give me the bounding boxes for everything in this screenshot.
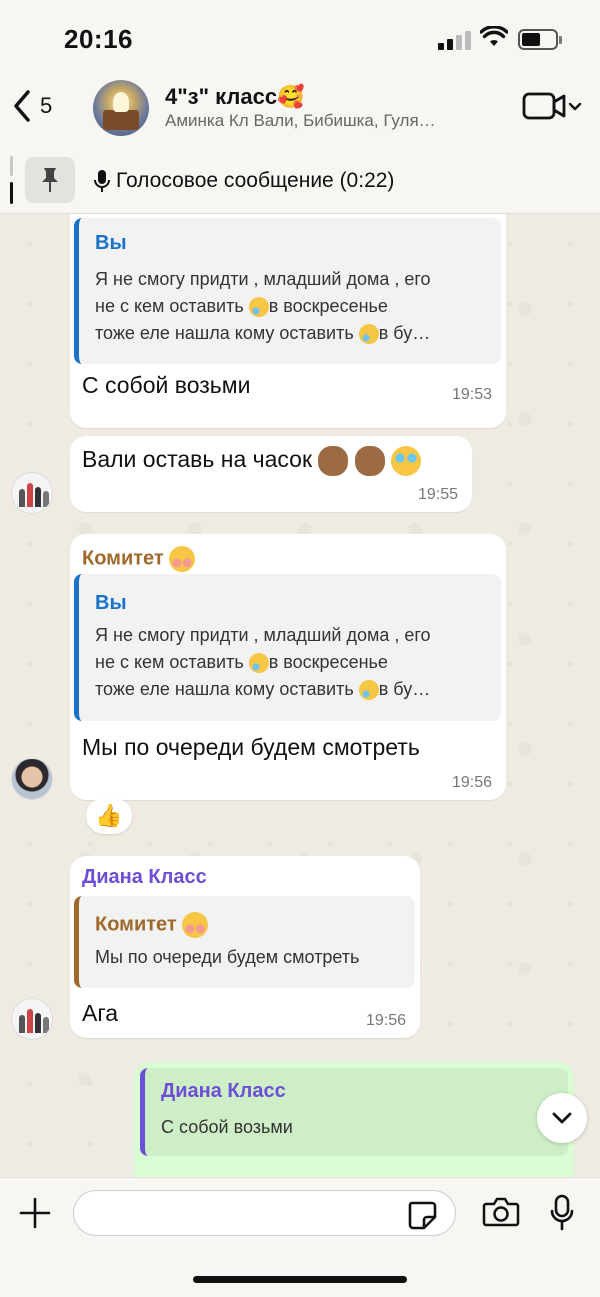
message-bubble[interactable]: Диана Класс Комитет Мы по очереди будем … bbox=[70, 856, 420, 1038]
voice-record-button[interactable] bbox=[549, 1194, 575, 1237]
camera-icon bbox=[482, 1197, 520, 1227]
microphone-icon bbox=[94, 170, 110, 192]
quote-sender: Диана Класс bbox=[161, 1080, 286, 1102]
chevron-down-icon bbox=[552, 1112, 572, 1124]
avatar[interactable] bbox=[11, 998, 53, 1040]
message-time: 19:53 bbox=[451, 386, 492, 403]
quote-text: Я не смогу придти , младший дома , его не… bbox=[95, 625, 431, 701]
pinned-message-bar[interactable]: Голосовое сообщение (0:22) bbox=[0, 148, 600, 214]
sticker-button[interactable] bbox=[406, 1199, 438, 1236]
microphone-icon bbox=[550, 1194, 574, 1231]
chevron-left-icon bbox=[14, 90, 30, 122]
reaction-badge[interactable]: 👍 bbox=[86, 798, 132, 834]
wifi-icon bbox=[480, 26, 508, 46]
message-input[interactable] bbox=[73, 1190, 456, 1236]
quote-sender: Комитет bbox=[95, 912, 209, 938]
reply-quote[interactable]: Диана Класс С собой возьми bbox=[140, 1068, 568, 1156]
camera-button[interactable] bbox=[482, 1196, 520, 1233]
pinned-indicator bbox=[10, 156, 13, 204]
group-avatar[interactable] bbox=[93, 80, 149, 136]
quote-text: С собой возьми bbox=[161, 1117, 293, 1137]
status-bar: 20:16 bbox=[0, 0, 600, 80]
reply-quote[interactable]: Вы Я не смогу придти , младший дома , ег… bbox=[74, 574, 501, 721]
tears-of-joy-icon bbox=[391, 446, 422, 476]
message-text: С собой возьми bbox=[82, 372, 251, 398]
avatar[interactable] bbox=[11, 472, 53, 514]
pin-icon[interactable] bbox=[25, 157, 75, 203]
attach-button[interactable] bbox=[18, 1196, 52, 1235]
sticker-icon bbox=[408, 1201, 437, 1230]
quote-sender: Вы bbox=[95, 592, 127, 614]
message-list[interactable]: Вы Я не смогу придти , младший дома , ег… bbox=[0, 214, 600, 1177]
message-time: 19:56 bbox=[365, 1012, 406, 1029]
reply-quote[interactable]: Комитет Мы по очереди будем смотреть bbox=[74, 896, 415, 988]
quote-text: Я не смогу придти , младший дома , его не… bbox=[95, 269, 431, 345]
message-time: 19:55 bbox=[417, 486, 458, 503]
scroll-to-bottom-button[interactable] bbox=[537, 1093, 587, 1143]
message-bubble[interactable]: Вы Я не смогу придти , младший дома , ег… bbox=[70, 214, 506, 428]
see-no-evil-monkey-icon bbox=[318, 446, 349, 476]
message-text: Мы по очереди будем смотреть bbox=[82, 734, 420, 760]
smiling-face-icon bbox=[169, 546, 196, 572]
message-text: Ага bbox=[82, 1000, 119, 1026]
chat-header: 5 4"з" класс🥰 Аминка Кл Вали, Бибишка, Г… bbox=[0, 80, 600, 148]
video-call-button[interactable] bbox=[522, 90, 584, 127]
sender-name: Диана Класс bbox=[82, 866, 207, 888]
status-time: 20:16 bbox=[64, 24, 133, 54]
avatar[interactable] bbox=[11, 758, 53, 800]
reply-quote[interactable]: Вы Я не смогу придти , младший дома , ег… bbox=[74, 218, 501, 364]
cellular-signal-icon bbox=[438, 30, 472, 50]
chat-title[interactable]: 4"з" класс🥰 bbox=[165, 84, 305, 110]
chat-members[interactable]: Аминка Кл Вали, Бибишка, Гуля… bbox=[165, 111, 436, 131]
thumbs-up-icon: 👍 bbox=[95, 803, 123, 828]
back-button[interactable]: 5 bbox=[12, 88, 52, 124]
battery-icon bbox=[518, 29, 562, 50]
home-indicator bbox=[193, 1276, 407, 1283]
message-composer bbox=[0, 1177, 600, 1297]
unread-count: 5 bbox=[40, 93, 53, 118]
smiling-face-icon bbox=[182, 912, 209, 938]
quote-text: Мы по очереди будем смотреть bbox=[95, 947, 360, 967]
message-bubble[interactable]: Комитет Вы Я не смогу придти , младший д… bbox=[70, 534, 506, 800]
pinned-label: Голосовое сообщение (0:22) bbox=[116, 169, 395, 192]
quote-sender: Вы bbox=[95, 232, 127, 254]
message-bubble[interactable]: Вали оставь на часок 19:55 bbox=[70, 436, 472, 512]
message-time: 19:56 bbox=[451, 774, 492, 791]
video-camera-icon bbox=[522, 92, 582, 120]
plus-icon bbox=[19, 1197, 51, 1229]
message-text: Вали оставь на часок bbox=[82, 446, 422, 476]
pinned-message-text: Голосовое сообщение (0:22) bbox=[92, 168, 394, 194]
message-bubble[interactable]: Диана Класс С собой возьми bbox=[134, 1062, 574, 1177]
sender-name: Комитет bbox=[82, 546, 196, 572]
see-no-evil-monkey-icon bbox=[354, 446, 385, 476]
